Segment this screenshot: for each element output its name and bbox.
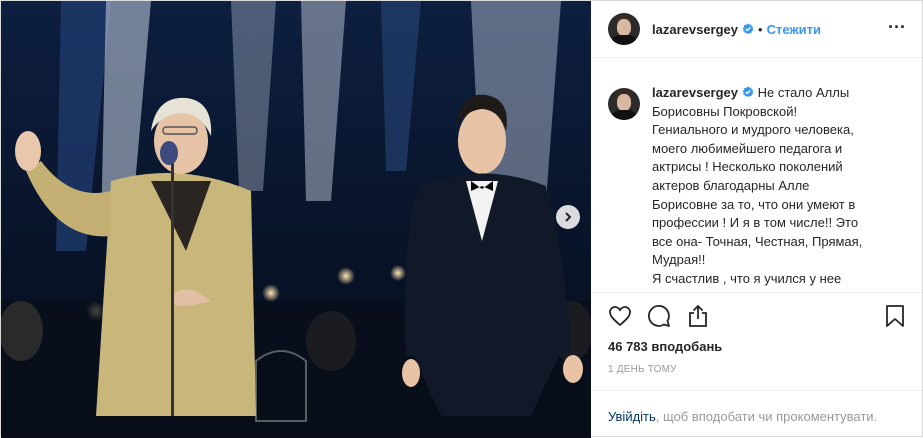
likes-count[interactable]: 46 783 вподобань	[608, 339, 722, 354]
caption-line: Мудрая!!	[652, 252, 706, 268]
caption-line: моего любимейшего педагога и	[652, 140, 843, 156]
comments-area: lazarevsergey Не стало Аллы Борисовны По…	[608, 71, 908, 291]
login-prompt: Увійдіть, щоб вподобати чи прокоментуват…	[608, 409, 877, 424]
caption-line: профессии ! И я в том числе!! Это	[652, 215, 859, 231]
divider	[592, 292, 922, 293]
share-button[interactable]	[683, 301, 713, 331]
post-actions	[608, 301, 908, 333]
post-photo[interactable]	[1, 1, 591, 438]
stage-photo-illustration	[1, 1, 591, 438]
instagram-post: lazarevsergey • Стежити ··· lazarevserge…	[0, 0, 923, 438]
caption-text: lazarevsergey Не стало Аллы Борисовны По…	[652, 84, 908, 289]
author-username[interactable]: lazarevsergey	[652, 22, 738, 37]
bookmark-icon	[886, 305, 904, 327]
verified-badge-icon	[742, 86, 754, 98]
next-image-button[interactable]	[556, 205, 580, 229]
caption-line: актеров благодарны Алле	[652, 177, 810, 193]
post-header: lazarevsergey • Стежити ···	[592, 1, 922, 58]
comment-button[interactable]	[644, 301, 674, 331]
heart-icon	[609, 306, 631, 327]
caption-line: Гениального и мудрого человека,	[652, 122, 854, 138]
verified-badge-icon	[742, 23, 754, 35]
caption-line: Я счастлив , что я учился у нее	[652, 270, 842, 286]
share-icon	[689, 304, 707, 327]
caption-line: Борисовны Покровской!	[652, 103, 798, 119]
caption-row: lazarevsergey Не стало Аллы Борисовны По…	[608, 71, 908, 289]
post-time[interactable]: 1 ДЕНЬ ТОМУ	[608, 364, 677, 375]
caption-username[interactable]: lazarevsergey	[652, 85, 738, 100]
separator-dot: •	[758, 21, 763, 37]
like-button[interactable]	[605, 301, 635, 331]
caption-avatar[interactable]	[608, 88, 640, 120]
caption-line: все она- Точная, Честная, Прямая,	[652, 233, 863, 249]
save-button[interactable]	[880, 301, 910, 331]
divider	[592, 390, 922, 391]
caption-line: актрисы ! Несколько поколений	[652, 159, 843, 175]
more-options-icon[interactable]: ···	[888, 18, 906, 36]
login-link[interactable]: Увійдіть	[608, 409, 656, 424]
caption-line: Не стало Аллы	[757, 85, 850, 100]
comment-icon	[648, 305, 670, 327]
login-prompt-text: , щоб вподобати чи прокоментувати.	[655, 409, 878, 424]
caption-line: Борисовне за то, что они умеют в	[652, 196, 856, 212]
author-avatar[interactable]	[608, 13, 640, 45]
chevron-right-icon	[565, 212, 572, 222]
post-sidebar: lazarevsergey • Стежити ··· lazarevserge…	[592, 1, 922, 436]
follow-button[interactable]: Стежити	[767, 22, 821, 37]
